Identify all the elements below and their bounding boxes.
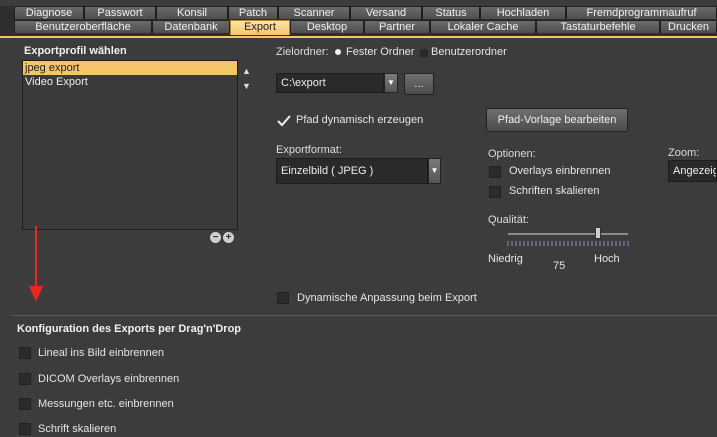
dragdrop-label-lineal: Lineal ins Bild einbrennen: [38, 347, 164, 359]
tab-lokaler-cache[interactable]: Lokaler Cache: [430, 20, 536, 33]
tab-partner[interactable]: Partner: [364, 20, 430, 33]
radio-fester-ordner[interactable]: [335, 49, 341, 55]
move-up-icon[interactable]: ▲: [242, 66, 251, 76]
scale-fonts-checkbox[interactable]: [489, 186, 501, 198]
tab-drucken[interactable]: Drucken: [660, 20, 717, 33]
edit-template-button[interactable]: Pfad-Vorlage bearbeiten: [486, 108, 628, 132]
tab-status[interactable]: Status: [422, 6, 480, 19]
tab-versand[interactable]: Versand: [350, 6, 422, 19]
section-divider: [12, 315, 717, 316]
chevron-down-icon[interactable]: ▼: [428, 158, 441, 184]
profile-title: Exportprofil wählen: [24, 45, 127, 57]
tab-diagnose[interactable]: Diagnose: [14, 6, 84, 19]
move-down-icon[interactable]: ▼: [242, 81, 251, 91]
zoom-select[interactable]: Angezeigt: [668, 160, 717, 182]
dragdrop-checkbox-dicom[interactable]: [19, 373, 31, 385]
quality-low-label: Niedrig: [488, 253, 523, 265]
target-label: Zielordner:: [276, 46, 329, 58]
chevron-down-icon[interactable]: ▼: [384, 73, 398, 93]
format-select[interactable]: Einzelbild ( JPEG ): [276, 158, 428, 184]
overlays-label: Overlays einbrennen: [509, 165, 611, 177]
dragdrop-checkbox-messungen[interactable]: [19, 398, 31, 410]
dragdrop-checkbox-schrift[interactable]: [19, 423, 31, 435]
dragdrop-label-schrift: Schrift skalieren: [38, 423, 117, 435]
tab-tastaturbefehle[interactable]: Tastaturbefehle: [536, 20, 660, 33]
tab-desktop[interactable]: Desktop: [290, 20, 364, 33]
tab-row-2: Benutzeroberfläche Datenbank Export Desk…: [0, 20, 717, 37]
radio-benutzerordner-label: Benutzerordner: [431, 46, 507, 58]
dragdrop-label-dicom: DICOM Overlays einbrennen: [38, 373, 180, 385]
tab-separator: [0, 36, 717, 38]
tab-export[interactable]: Export: [230, 20, 290, 35]
tab-benutzeroberflaeche[interactable]: Benutzeroberfläche: [14, 20, 152, 33]
red-arrow-icon: [29, 226, 43, 302]
options-label: Optionen:: [488, 148, 536, 160]
tab-fremdprogrammaufruf[interactable]: Fremdprogrammaufruf: [566, 6, 717, 19]
dynamic-adjust-checkbox[interactable]: [277, 292, 289, 304]
profile-item-video[interactable]: Video Export: [23, 75, 237, 89]
browse-button[interactable]: ...: [404, 73, 434, 95]
tab-scanner[interactable]: Scanner: [278, 6, 350, 19]
tab-passwort[interactable]: Passwort: [84, 6, 156, 19]
overlays-checkbox[interactable]: [489, 166, 501, 178]
scale-fonts-label: Schriften skalieren: [509, 185, 600, 197]
tab-row-1: Diagnose Passwort Konsil Patch Scanner V…: [0, 6, 717, 20]
quality-value: 75: [553, 260, 566, 272]
tab-datenbank[interactable]: Datenbank: [152, 20, 230, 33]
target-path-select[interactable]: C:\export: [276, 73, 384, 93]
zoom-label: Zoom:: [668, 147, 700, 159]
profile-item-jpeg[interactable]: jpeg export: [23, 61, 237, 75]
quality-high-label: Hoch: [594, 253, 620, 265]
dragdrop-title: Konfiguration des Exports per Drag'n'Dro…: [17, 323, 242, 335]
radio-fester-ordner-label: Fester Ordner: [346, 46, 415, 58]
tab-hochladen[interactable]: Hochladen: [480, 6, 566, 19]
dragdrop-label-messungen: Messungen etc. einbrennen: [38, 398, 174, 410]
radio-benutzerordner[interactable]: [420, 49, 428, 57]
profile-list[interactable]: jpeg export Video Export: [22, 60, 238, 230]
tab-konsil[interactable]: Konsil: [156, 6, 228, 19]
quality-label: Qualität:: [488, 214, 529, 226]
check-icon[interactable]: [277, 115, 291, 127]
dynamic-adjust-label: Dynamische Anpassung beim Export: [297, 292, 477, 304]
quality-slider-track[interactable]: [508, 233, 628, 235]
remove-profile-button[interactable]: −: [210, 232, 221, 243]
dynamic-path-label: Pfad dynamisch erzeugen: [296, 114, 424, 126]
quality-ticks: [507, 241, 629, 246]
tab-patch[interactable]: Patch: [228, 6, 278, 19]
dragdrop-checkbox-lineal[interactable]: [19, 347, 31, 359]
quality-slider-thumb[interactable]: [595, 227, 601, 239]
format-label: Exportformat:: [276, 144, 343, 156]
add-profile-button[interactable]: +: [223, 232, 234, 243]
